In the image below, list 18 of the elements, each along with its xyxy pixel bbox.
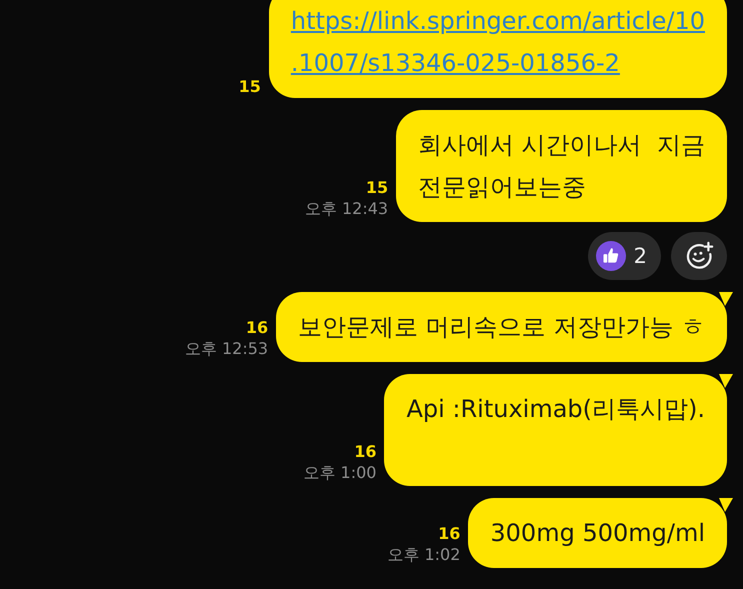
unread-count: 15	[238, 77, 261, 96]
unread-count: 16	[246, 318, 268, 337]
add-emoji-icon	[684, 241, 714, 271]
message-time: 오후 1:02	[387, 545, 460, 566]
thumbs-up-icon	[596, 241, 626, 271]
unread-count: 15	[366, 178, 388, 197]
message-time: 오후 1:00	[303, 463, 376, 484]
message-text: 300mg 500mg/ml	[490, 519, 705, 547]
message-time: 오후 12:53	[184, 339, 268, 360]
reaction-chip[interactable]: 2	[588, 232, 661, 280]
add-reaction-button[interactable]	[671, 232, 727, 280]
message-text: Api :Rituximab(리툭시맙).	[406, 395, 705, 423]
reaction-count: 2	[634, 244, 647, 268]
unread-count: 16	[438, 524, 460, 543]
unread-count: 16	[354, 442, 376, 461]
message-text: 회사에서 시간이나서 지금 전문읽어보는중	[418, 131, 705, 201]
message-time: 오후 12:43	[304, 199, 388, 220]
message-text: 보안문제로 머리속으로 저장만가능 ㅎ	[298, 313, 705, 341]
